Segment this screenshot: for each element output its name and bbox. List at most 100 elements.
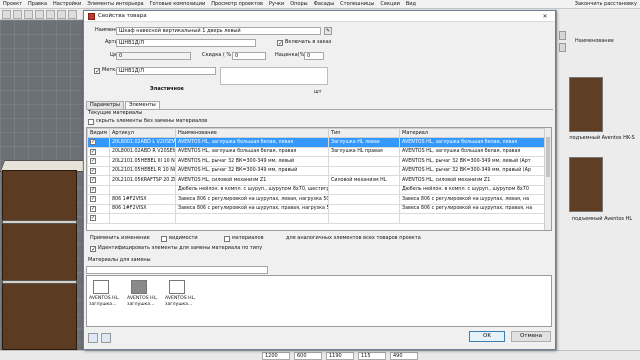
col-material-header[interactable]: Материал bbox=[399, 128, 546, 138]
menu-countertops[interactable]: Столешницы bbox=[337, 0, 377, 9]
menu-view[interactable]: Вид bbox=[403, 0, 419, 9]
edit-name-icon[interactable]: ✎ bbox=[324, 27, 332, 35]
toolbar-redo-icon[interactable] bbox=[57, 10, 66, 19]
toolbar-undo-icon[interactable] bbox=[46, 10, 55, 19]
price-field[interactable]: 0 bbox=[116, 52, 191, 60]
tab-elements[interactable]: Элементы bbox=[124, 101, 160, 109]
material-swatch-label: AVENTOS HL, заглушка... bbox=[89, 296, 120, 307]
status-field[interactable]: 115 bbox=[358, 352, 386, 360]
row-visible-cell[interactable]: ✓ bbox=[87, 203, 110, 214]
row-visible-checkbox[interactable]: ✓ bbox=[90, 177, 96, 183]
menu-ready-compositions[interactable]: Готовые композиции bbox=[147, 0, 209, 9]
col-name-header[interactable]: Наименование bbox=[175, 128, 329, 138]
tab-parameters[interactable]: Параметры bbox=[86, 101, 124, 109]
table-row[interactable]: ✓ 20L2101.05HEBEL R 10 NI AVENTOS HL, рыча… bbox=[87, 165, 546, 176]
identify-by-type-checkbox[interactable]: ✓ bbox=[90, 246, 96, 253]
menu-facades[interactable]: Фасады bbox=[311, 0, 338, 9]
row-visible-checkbox[interactable]: ✓ bbox=[90, 205, 96, 212]
table-row[interactable]: ✓ 20L2101.05HEBEL III 10 NI AVENTOS HL, ры… bbox=[87, 156, 546, 167]
hide-elements-checkbox[interactable] bbox=[88, 119, 94, 125]
panel-filter-button[interactable] bbox=[559, 43, 566, 52]
toolbar-zoom-icon[interactable] bbox=[68, 10, 77, 19]
row-type-cell: Заглушка HL правая bbox=[328, 146, 400, 157]
col-article-header[interactable]: Артикул bbox=[109, 128, 176, 138]
color-picker-icon[interactable] bbox=[88, 333, 98, 343]
row-visible-checkbox[interactable]: ✓ bbox=[90, 196, 96, 202]
toolbar-save-icon[interactable] bbox=[24, 10, 33, 19]
material-swatch[interactable] bbox=[93, 280, 109, 294]
mark-checkbox[interactable]: ✓ bbox=[94, 68, 100, 75]
row-visible-cell[interactable]: ✓ bbox=[87, 213, 110, 224]
scrollbar-thumb[interactable] bbox=[546, 137, 550, 177]
row-visible-cell[interactable]: ✓ bbox=[87, 156, 110, 167]
row-article-cell bbox=[109, 213, 176, 224]
catalog-item-thumbnail[interactable] bbox=[569, 157, 603, 212]
include-in-order-checkbox[interactable]: ✓ bbox=[277, 40, 283, 47]
row-name-cell: AVENTOS HL, заглушка большая белая, прав… bbox=[175, 146, 329, 157]
status-field[interactable]: 600 bbox=[294, 352, 322, 360]
row-visible-checkbox[interactable]: ✓ bbox=[90, 186, 96, 193]
material-swatch[interactable] bbox=[169, 280, 185, 294]
menu-interior-elements[interactable]: Элементы интерьера bbox=[84, 0, 146, 9]
catalog-item-label[interactable]: подъемный Aventos HL bbox=[565, 216, 639, 222]
menu-project[interactable]: Проект bbox=[0, 0, 25, 9]
row-visible-checkbox[interactable]: ✓ bbox=[90, 148, 96, 155]
replace-materials-label: Материалы для замены bbox=[88, 257, 151, 263]
catalog-item-thumbnail[interactable] bbox=[569, 77, 603, 132]
article-field[interactable]: ШНВ1Д/Л bbox=[116, 39, 256, 47]
name-field[interactable]: Шкаф навесной вертикальный 1 дверь левый bbox=[116, 27, 321, 35]
product-properties-dialog: Свойства товара ✕ Наименование Шкаф наве… bbox=[83, 10, 556, 350]
close-icon[interactable]: ✕ bbox=[536, 12, 554, 21]
menu-sections[interactable]: Секции bbox=[377, 0, 403, 9]
table-row[interactable]: ✓ 20L8001.02ABD R V20SEW AVENTOS HL, заглу… bbox=[87, 146, 546, 157]
menu-view-projects[interactable]: Просмотр проектов bbox=[208, 0, 266, 9]
panel-collapse-button[interactable] bbox=[559, 31, 566, 40]
status-field[interactable]: 490 bbox=[390, 352, 418, 360]
table-row[interactable]: ✓ 806 1#F2VISX Завеса 806 с регулировкой н… bbox=[87, 194, 546, 205]
row-visible-checkbox[interactable]: ✓ bbox=[90, 158, 96, 164]
row-visible-checkbox[interactable]: ✓ bbox=[90, 167, 96, 174]
toolbar-open-icon[interactable] bbox=[13, 10, 22, 19]
toolbar-print-icon[interactable] bbox=[35, 10, 44, 19]
material-swatch[interactable] bbox=[131, 280, 147, 294]
app-icon bbox=[88, 13, 95, 20]
table-row[interactable]: ✓ 20L2101.05KRAFTSP 20 ZN AVENTOS HL, сило… bbox=[87, 175, 546, 186]
row-visible-cell[interactable]: ✓ bbox=[87, 194, 110, 205]
table-row[interactable]: ✓ bbox=[87, 213, 546, 224]
discount-field[interactable]: 0 bbox=[232, 52, 266, 60]
row-article-cell: 806 1#F2VISX bbox=[109, 194, 176, 205]
col-type-header[interactable]: Тип bbox=[328, 128, 400, 138]
row-name-cell: AVENTOS HL, рычаг 32 ВК=300-349 мм, левы… bbox=[175, 156, 329, 167]
ok-button[interactable]: OK bbox=[469, 331, 505, 342]
table-row[interactable]: ✓ 806 1#F2VISX Завеса 806 с регулировкой н… bbox=[87, 203, 546, 214]
dialog-titlebar[interactable]: Свойства товара ✕ bbox=[84, 11, 555, 22]
menu-handles[interactable]: Ручки bbox=[266, 0, 287, 9]
mark-field[interactable]: ШНВ1Д/Л bbox=[116, 67, 216, 75]
row-visible-checkbox[interactable]: ✓ bbox=[90, 139, 96, 145]
visibility-checkbox[interactable] bbox=[161, 236, 167, 242]
row-name-cell: Завеса 806 с регулировкой на шурупах, пр… bbox=[175, 203, 329, 214]
row-visible-cell[interactable]: ✓ bbox=[87, 184, 110, 195]
row-visible-cell[interactable]: ✓ bbox=[87, 175, 110, 186]
menu-edit[interactable]: Правка bbox=[25, 0, 50, 9]
finish-placement-button[interactable]: Закончить расстановку bbox=[572, 0, 640, 9]
row-visible-checkbox[interactable]: ✓ bbox=[90, 215, 96, 221]
status-field[interactable]: 1200 bbox=[262, 352, 290, 360]
table-row[interactable]: ✓ Дюбель нейлон. в компл. с шуруп., шуруп… bbox=[87, 184, 546, 195]
table-scrollbar[interactable] bbox=[544, 128, 551, 230]
catalog-item-label[interactable]: подъемный Aventos HK-S bbox=[565, 135, 639, 141]
menu-settings[interactable]: Настройки bbox=[50, 0, 84, 9]
materials-checkbox[interactable] bbox=[224, 236, 230, 242]
material-search-input[interactable] bbox=[86, 266, 268, 274]
cancel-button[interactable]: Отмена bbox=[511, 331, 551, 342]
menu-supports[interactable]: Опоры bbox=[287, 0, 310, 9]
status-field[interactable]: 1190 bbox=[326, 352, 354, 360]
row-visible-cell[interactable]: ✓ bbox=[87, 137, 110, 148]
row-visible-cell[interactable]: ✓ bbox=[87, 146, 110, 157]
col-visible-header[interactable]: Видим bbox=[87, 128, 110, 138]
toolbar-new-icon[interactable] bbox=[2, 10, 11, 19]
table-row[interactable]: ✓ 20L8001.02ABD L V20SEW AVENTOS HL, заглу… bbox=[87, 137, 546, 148]
palette-icon[interactable] bbox=[101, 333, 111, 343]
row-visible-cell[interactable]: ✓ bbox=[87, 165, 110, 176]
markup-field[interactable]: 0 bbox=[304, 52, 324, 60]
